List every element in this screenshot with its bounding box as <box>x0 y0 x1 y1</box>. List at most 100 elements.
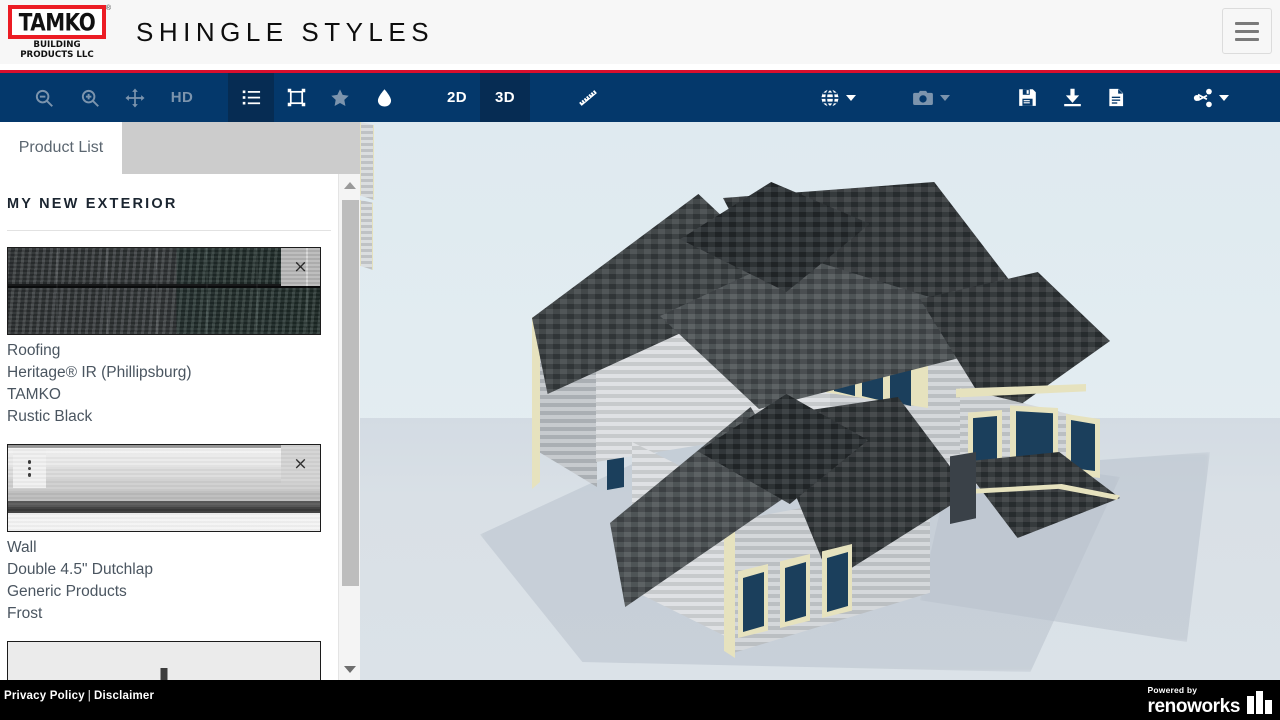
download-icon <box>1062 87 1083 108</box>
zoom-out-button[interactable] <box>20 73 68 122</box>
product-options-menu-icon[interactable] <box>13 449 46 488</box>
sidebar-scrollbar[interactable] <box>338 174 360 680</box>
product-category: Roofing <box>7 342 61 359</box>
hamburger-line <box>1235 21 1259 25</box>
logo-tagline: BUILDING PRODUCTS LLC <box>20 39 94 60</box>
hd-button[interactable]: HD <box>158 73 206 122</box>
footer-separator: | <box>87 690 91 702</box>
globe-icon <box>819 87 841 109</box>
chevron-down-icon <box>845 94 856 101</box>
list-item <box>7 641 321 680</box>
camera-button[interactable] <box>904 73 956 122</box>
third-product-swatch-partial[interactable] <box>7 641 321 680</box>
main-toolbar: HD 2D 3D <box>0 73 1280 122</box>
download-button[interactable] <box>1050 73 1094 122</box>
scrollbar-thumb[interactable] <box>342 200 359 586</box>
product-list-button[interactable] <box>228 73 274 122</box>
porch-column-right <box>360 200 373 270</box>
zoom-in-icon <box>79 87 101 109</box>
panel-heading: MY NEW EXTERIOR <box>7 196 178 212</box>
camera-icon <box>911 87 935 109</box>
renoworks-logo-icon <box>1247 690 1272 714</box>
renoworks-wordmark: renoworks <box>1147 695 1241 717</box>
select-area-button[interactable] <box>274 73 318 122</box>
report-button[interactable] <box>1094 73 1138 122</box>
app-footer: Privacy Policy | Disclaimer Powered by ren… <box>0 680 1280 720</box>
window-front-2 <box>785 562 806 622</box>
scroll-down-arrow[interactable] <box>339 658 361 680</box>
tab-product-list-label: Product List <box>18 139 104 156</box>
paint-button[interactable] <box>362 73 406 122</box>
porch-recess-shadow <box>950 452 976 524</box>
paint-drop-icon <box>374 87 395 108</box>
star-icon <box>329 87 351 109</box>
move-arrows-icon <box>124 87 146 109</box>
ruler-icon <box>576 86 600 110</box>
product-details: Roofing Heritage® IR (Phillipsburg) TAMK… <box>7 340 321 428</box>
product-color: Frost <box>7 605 43 622</box>
view-2d-label: 2D <box>447 89 467 106</box>
window-front-1 <box>743 572 764 632</box>
siding-dutchlap-swatch[interactable]: × <box>7 444 321 532</box>
privacy-policy-link[interactable]: Privacy Policy <box>4 690 85 702</box>
remove-product-button[interactable]: × <box>281 248 320 286</box>
hamburger-line <box>1235 37 1259 41</box>
product-name: Double 4.5" Dutchlap <box>7 561 153 578</box>
porch-column-left <box>360 122 374 200</box>
logo-box: TAMKO ® <box>8 4 111 39</box>
chevron-down-icon <box>939 94 950 101</box>
product-brand: TAMKO <box>7 386 61 403</box>
document-icon <box>1106 87 1126 108</box>
view-3d-label: 3D <box>495 89 515 106</box>
menu-dot <box>27 460 32 464</box>
app-header: TAMKO ® BUILDING PRODUCTS LLC SHINGLE ST… <box>0 0 1280 64</box>
chevron-up-icon <box>344 181 356 189</box>
share-icon <box>1192 87 1214 109</box>
renoworks-branding: Powered by renoworks <box>1148 686 1272 716</box>
logo-bar <box>1256 690 1263 714</box>
swatch-accent-bar <box>160 668 168 680</box>
share-button[interactable] <box>1184 73 1236 122</box>
measure-button[interactable] <box>564 73 612 122</box>
footer-links: Privacy Policy | Disclaimer <box>4 690 154 702</box>
app-root: TAMKO ® BUILDING PRODUCTS LLC SHINGLE ST… <box>0 0 1280 720</box>
frame-select-icon <box>286 87 307 108</box>
panel-divider <box>7 230 331 231</box>
menu-dot <box>27 466 32 471</box>
hamburger-menu-icon[interactable] <box>1222 8 1272 54</box>
list-item: × Wall Double 4.5" Dutchlap Generic Prod… <box>7 444 321 625</box>
page-title: SHINGLE STYLES <box>136 16 435 47</box>
logo-wordmark: TAMKO <box>18 7 96 36</box>
list-icon <box>241 87 262 108</box>
product-name: Heritage® IR (Phillipsburg) <box>7 364 192 381</box>
product-details: Wall Double 4.5" Dutchlap Generic Produc… <box>7 537 321 625</box>
chevron-down-icon <box>344 665 356 673</box>
zoom-in-button[interactable] <box>68 73 112 122</box>
save-button[interactable] <box>1004 73 1050 122</box>
pan-button[interactable] <box>112 73 158 122</box>
roofing-shingle-swatch[interactable]: × <box>7 247 321 335</box>
view-3d-button[interactable]: 3D <box>480 73 530 122</box>
disclaimer-link[interactable]: Disclaimer <box>94 690 154 702</box>
house-3d-viewer[interactable] <box>360 122 1280 680</box>
logo-bar <box>1265 699 1272 714</box>
product-category: Wall <box>7 539 37 556</box>
tamko-logo[interactable]: TAMKO ® BUILDING PRODUCTS LLC <box>8 4 111 60</box>
renoworks-text: Powered by renoworks <box>1148 686 1241 716</box>
product-list-panel: MY NEW EXTERIOR × Roofing Heritage® IR (… <box>0 174 338 680</box>
sidebar-tabstrip: Product List <box>0 122 360 174</box>
logo-bar <box>1247 695 1254 714</box>
hamburger-line <box>1235 29 1259 33</box>
list-item: × Roofing Heritage® IR (Phillipsburg) TA… <box>7 247 321 428</box>
favorites-button[interactable] <box>318 73 362 122</box>
menu-dot <box>27 473 32 477</box>
region-button[interactable] <box>812 73 862 122</box>
sidebar-panel: Product List MY NEW EXTERIOR × Roofing H… <box>0 122 360 680</box>
view-2d-button[interactable]: 2D <box>434 73 480 122</box>
remove-product-button[interactable]: × <box>281 445 320 483</box>
powered-by-label: Powered by <box>1147 685 1198 695</box>
logo-registered-mark: ® <box>105 4 111 12</box>
scroll-up-arrow[interactable] <box>339 174 361 196</box>
hd-label: HD <box>170 89 194 106</box>
tab-product-list[interactable]: Product List <box>0 122 122 174</box>
